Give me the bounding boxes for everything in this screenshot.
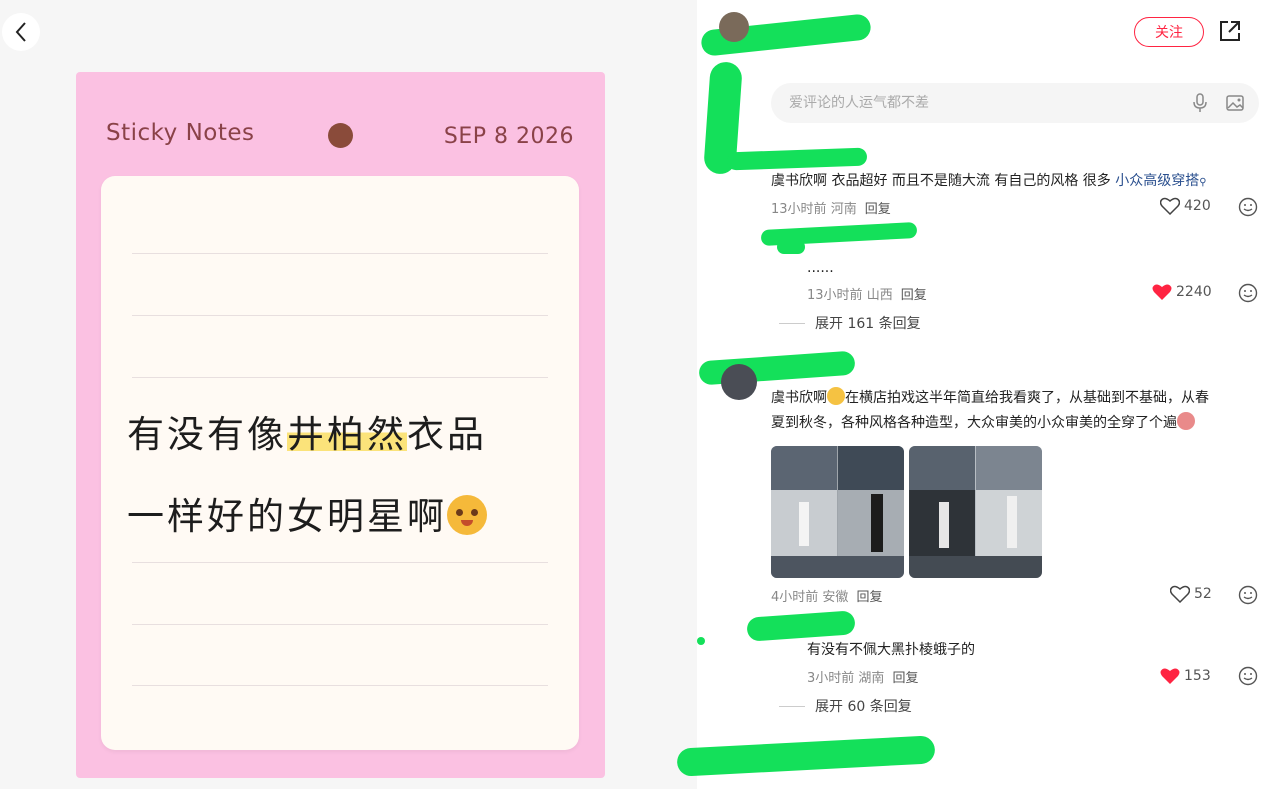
comment-text-body: 夏到秋冬，各种风格各种造型，大众审美的小众审美的全穿了个遍 bbox=[771, 415, 1177, 431]
note-image-pane: Sticky Notes SEP 8 2026 有没有像井柏然衣品 一样好的女明… bbox=[0, 0, 697, 789]
comment-text-line2: 夏到秋冬，各种风格各种造型，大众审美的小众审美的全穿了个遍 bbox=[771, 411, 1195, 435]
emoji-reaction-icon[interactable] bbox=[1238, 283, 1258, 303]
expand-dash bbox=[779, 322, 805, 324]
comment-time: 3小时前 bbox=[807, 671, 855, 686]
comment-text: 虞书欣啊 在横店拍戏这半年简直给我看爽了，从基础到不基础，从春 bbox=[771, 386, 1209, 410]
comment-text-body: 虞书欣啊 bbox=[771, 390, 827, 406]
heart-filled-icon bbox=[1152, 284, 1172, 300]
redaction-mark bbox=[777, 240, 805, 254]
note-text: 有没有像井柏然衣品 一样好的女明星啊 bbox=[127, 394, 567, 558]
drooling-face-emoji-icon bbox=[447, 495, 487, 535]
back-button[interactable] bbox=[2, 13, 40, 51]
note-line1-pre: 有没有像 bbox=[127, 413, 287, 456]
redaction-mark bbox=[697, 637, 705, 645]
sticky-note-card: Sticky Notes SEP 8 2026 有没有像井柏然衣品 一样好的女明… bbox=[76, 72, 605, 778]
reply-button[interactable]: 回复 bbox=[856, 590, 882, 605]
expand-label: 展开 161 条回复 bbox=[815, 316, 921, 332]
comment-search-box[interactable] bbox=[771, 83, 1259, 123]
comment-location: 安徽 bbox=[822, 590, 849, 605]
note-rule bbox=[132, 624, 548, 625]
comment-text-body: 在横店拍戏这半年简直给我看爽了，从基础到不基础，从春 bbox=[845, 390, 1209, 406]
comment-time: 13小时前 bbox=[807, 288, 863, 303]
note-line2-text: 一样好的女明星啊 bbox=[127, 495, 447, 538]
star-struck-emoji-icon bbox=[827, 387, 845, 405]
share-icon[interactable] bbox=[1217, 18, 1243, 44]
emoji-reaction-icon[interactable] bbox=[1238, 585, 1258, 605]
pin-dot bbox=[328, 123, 353, 148]
note-brand: Sticky Notes bbox=[106, 120, 255, 146]
note-rule bbox=[132, 315, 548, 316]
commenter-avatar[interactable] bbox=[721, 364, 757, 400]
note-rule bbox=[132, 377, 548, 378]
comment-meta: 13小时前 山西 回复 bbox=[807, 284, 927, 303]
comment-meta: 13小时前 河南 回复 bbox=[771, 198, 891, 217]
note-highlight: 井柏然 bbox=[287, 413, 407, 456]
expand-replies-button[interactable]: 展开 161 条回复 bbox=[779, 313, 921, 333]
note-rule bbox=[132, 562, 548, 563]
comments-pane: 关注 虞书欣啊 衣品超好 而且不是随大流 有自己的风格 很多 小众高级穿搭⚲ 1… bbox=[676, 0, 1280, 789]
microphone-icon[interactable] bbox=[1191, 93, 1209, 113]
like-button[interactable]: 2240 bbox=[1152, 283, 1212, 301]
comment-time: 4小时前 bbox=[771, 590, 819, 605]
tag-link[interactable]: 小众高级穿搭 bbox=[1115, 173, 1199, 189]
comment-photo[interactable] bbox=[909, 446, 1042, 578]
reply-button[interactable]: 回复 bbox=[901, 288, 927, 303]
note-line-1: 有没有像井柏然衣品 bbox=[127, 394, 567, 476]
comment-text-body: 虞书欣啊 衣品超好 而且不是随大流 有自己的风格 很多 bbox=[771, 173, 1116, 189]
photo-collage-1 bbox=[771, 446, 904, 578]
comment-location: 河南 bbox=[830, 202, 857, 217]
note-rule bbox=[132, 685, 548, 686]
comment-input[interactable] bbox=[789, 83, 1169, 123]
like-button[interactable]: 153 bbox=[1160, 667, 1211, 685]
like-count: 420 bbox=[1184, 198, 1211, 214]
comment-location: 湖南 bbox=[858, 671, 885, 686]
grandma-emoji-icon bbox=[1177, 412, 1195, 430]
comment-location: 山西 bbox=[866, 288, 893, 303]
emoji-reaction-icon[interactable] bbox=[1238, 197, 1258, 217]
heart-outline-icon bbox=[1160, 197, 1180, 215]
expand-dash bbox=[779, 705, 805, 707]
reply-button[interactable]: 回复 bbox=[892, 671, 918, 686]
search-tag-icon: ⚲ bbox=[1199, 177, 1207, 188]
like-button[interactable]: 420 bbox=[1160, 197, 1211, 215]
redaction-mark bbox=[676, 735, 936, 777]
expand-label: 展开 60 条回复 bbox=[815, 699, 912, 715]
comment-time: 13小时前 bbox=[771, 202, 827, 217]
note-paper: 有没有像井柏然衣品 一样好的女明星啊 bbox=[101, 176, 579, 750]
reply-button[interactable]: 回复 bbox=[865, 202, 891, 217]
photo-collage-2 bbox=[909, 446, 1042, 578]
heart-outline-icon bbox=[1170, 585, 1190, 603]
like-button[interactable]: 52 bbox=[1170, 585, 1212, 603]
comment-photo[interactable] bbox=[771, 446, 904, 578]
like-count: 52 bbox=[1194, 586, 1212, 602]
redaction-mark bbox=[726, 147, 868, 171]
like-count: 153 bbox=[1184, 668, 1211, 684]
note-rule bbox=[132, 253, 548, 254]
reply-text: ...... bbox=[807, 260, 834, 276]
note-line-2: 一样好的女明星啊 bbox=[127, 476, 567, 558]
emoji-reaction-icon[interactable] bbox=[1238, 666, 1258, 686]
note-date: SEP 8 2026 bbox=[443, 124, 574, 149]
comment-meta: 3小时前 湖南 回复 bbox=[807, 667, 918, 686]
heart-filled-icon bbox=[1160, 668, 1180, 684]
note-line1-post: 衣品 bbox=[407, 413, 487, 456]
expand-replies-button[interactable]: 展开 60 条回复 bbox=[779, 696, 912, 716]
comment-text: 虞书欣啊 衣品超好 而且不是随大流 有自己的风格 很多 小众高级穿搭⚲ bbox=[771, 169, 1207, 195]
reply-text: 有没有不佩大黑扑棱蛾子的 bbox=[807, 642, 975, 658]
image-icon[interactable] bbox=[1225, 93, 1245, 113]
chevron-left-icon bbox=[15, 22, 26, 42]
author-avatar[interactable] bbox=[719, 12, 749, 42]
follow-button[interactable]: 关注 bbox=[1134, 17, 1204, 47]
like-count: 2240 bbox=[1176, 284, 1212, 300]
comment-meta: 4小时前 安徽 回复 bbox=[771, 586, 882, 605]
